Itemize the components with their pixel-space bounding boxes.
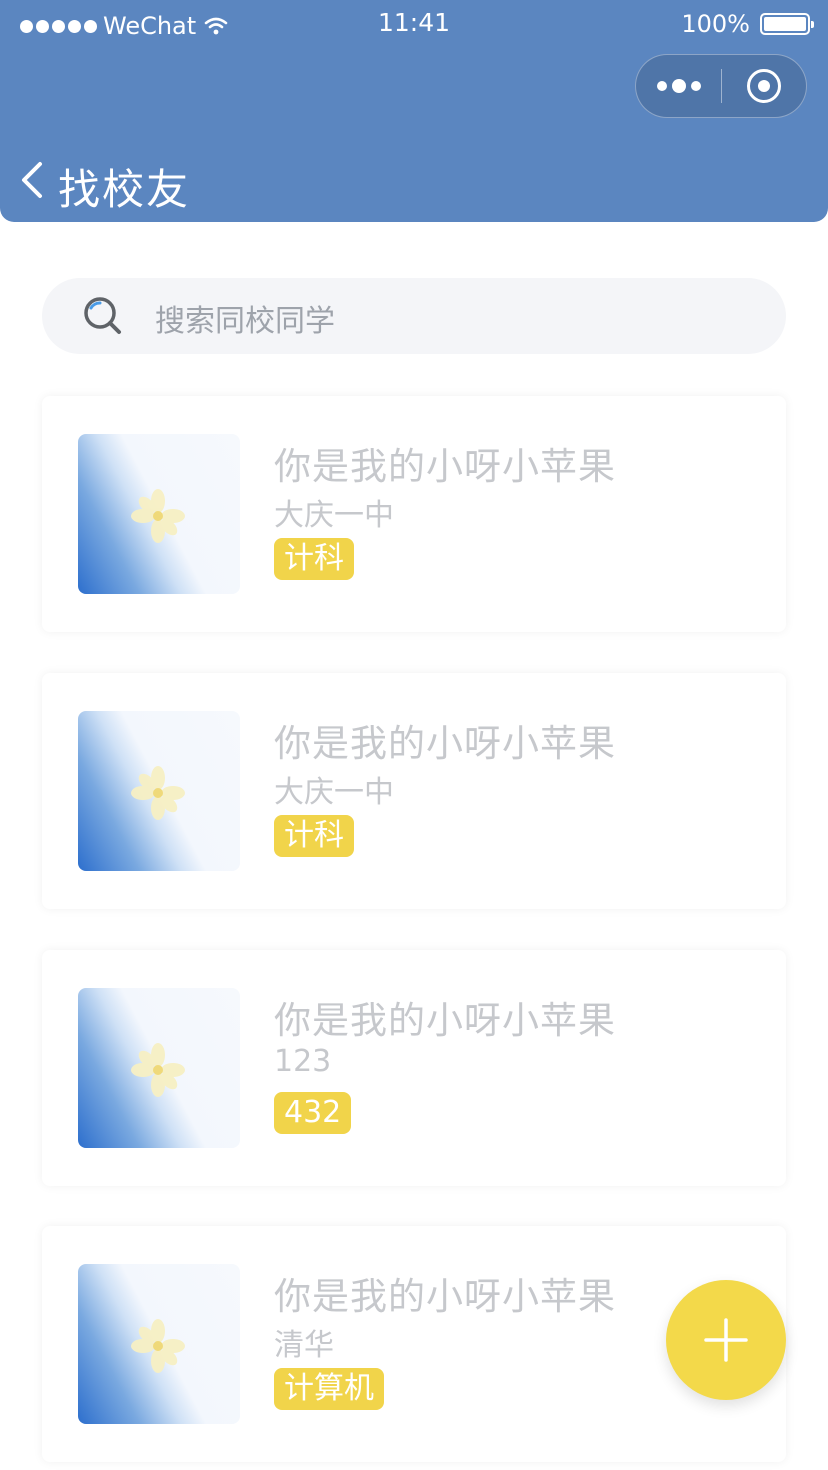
alumni-card[interactable]: 你是我的小呀小苹果 大庆一中 计科 [42, 396, 786, 632]
status-bar: WeChat 11:41 100% [0, 0, 828, 44]
alumni-school: 清华 [274, 1328, 334, 1363]
avatar [78, 434, 240, 594]
flower-icon [131, 489, 185, 543]
alumni-school: 大庆一中 [274, 498, 394, 533]
avatar [78, 711, 240, 871]
flower-icon [131, 1319, 185, 1373]
add-button[interactable] [666, 1280, 786, 1400]
chevron-left-icon[interactable] [18, 160, 46, 200]
major-tag: 计算机 [274, 1368, 384, 1410]
search-input[interactable] [42, 278, 786, 354]
major-tag: 计科 [274, 538, 354, 580]
close-miniprogram-button[interactable] [722, 55, 806, 117]
more-dots-icon[interactable] [636, 55, 721, 117]
alumni-name: 你是我的小呀小苹果 [274, 1275, 616, 1318]
alumni-card[interactable]: 你是我的小呀小苹果 大庆一中 计科 [42, 673, 786, 909]
plus-icon [704, 1318, 748, 1362]
search-placeholder: 搜索同校同学 [155, 304, 335, 339]
avatar [78, 988, 240, 1148]
major-tag: 432 [274, 1092, 352, 1134]
alumni-school: 123 [274, 1044, 332, 1079]
flower-icon [131, 766, 185, 820]
avatar [78, 1264, 240, 1424]
page-title: 找校友 [58, 165, 191, 214]
alumni-school: 大庆一中 [274, 775, 394, 810]
nav-header: WeChat 11:41 100% 找校友 [0, 0, 828, 222]
alumni-card[interactable]: 你是我的小呀小苹果 123 432 [42, 950, 786, 1186]
target-circle-icon [746, 69, 781, 103]
battery-percent: 100% [681, 10, 750, 38]
miniprogram-capsule [635, 54, 807, 118]
battery-icon [760, 13, 814, 35]
battery-group: 100% [681, 10, 814, 38]
search-icon [84, 297, 121, 334]
alumni-name: 你是我的小呀小苹果 [274, 999, 616, 1042]
major-tag: 计科 [274, 815, 354, 857]
alumni-name: 你是我的小呀小苹果 [274, 445, 616, 488]
flower-icon [131, 1043, 185, 1097]
alumni-name: 你是我的小呀小苹果 [274, 722, 616, 765]
